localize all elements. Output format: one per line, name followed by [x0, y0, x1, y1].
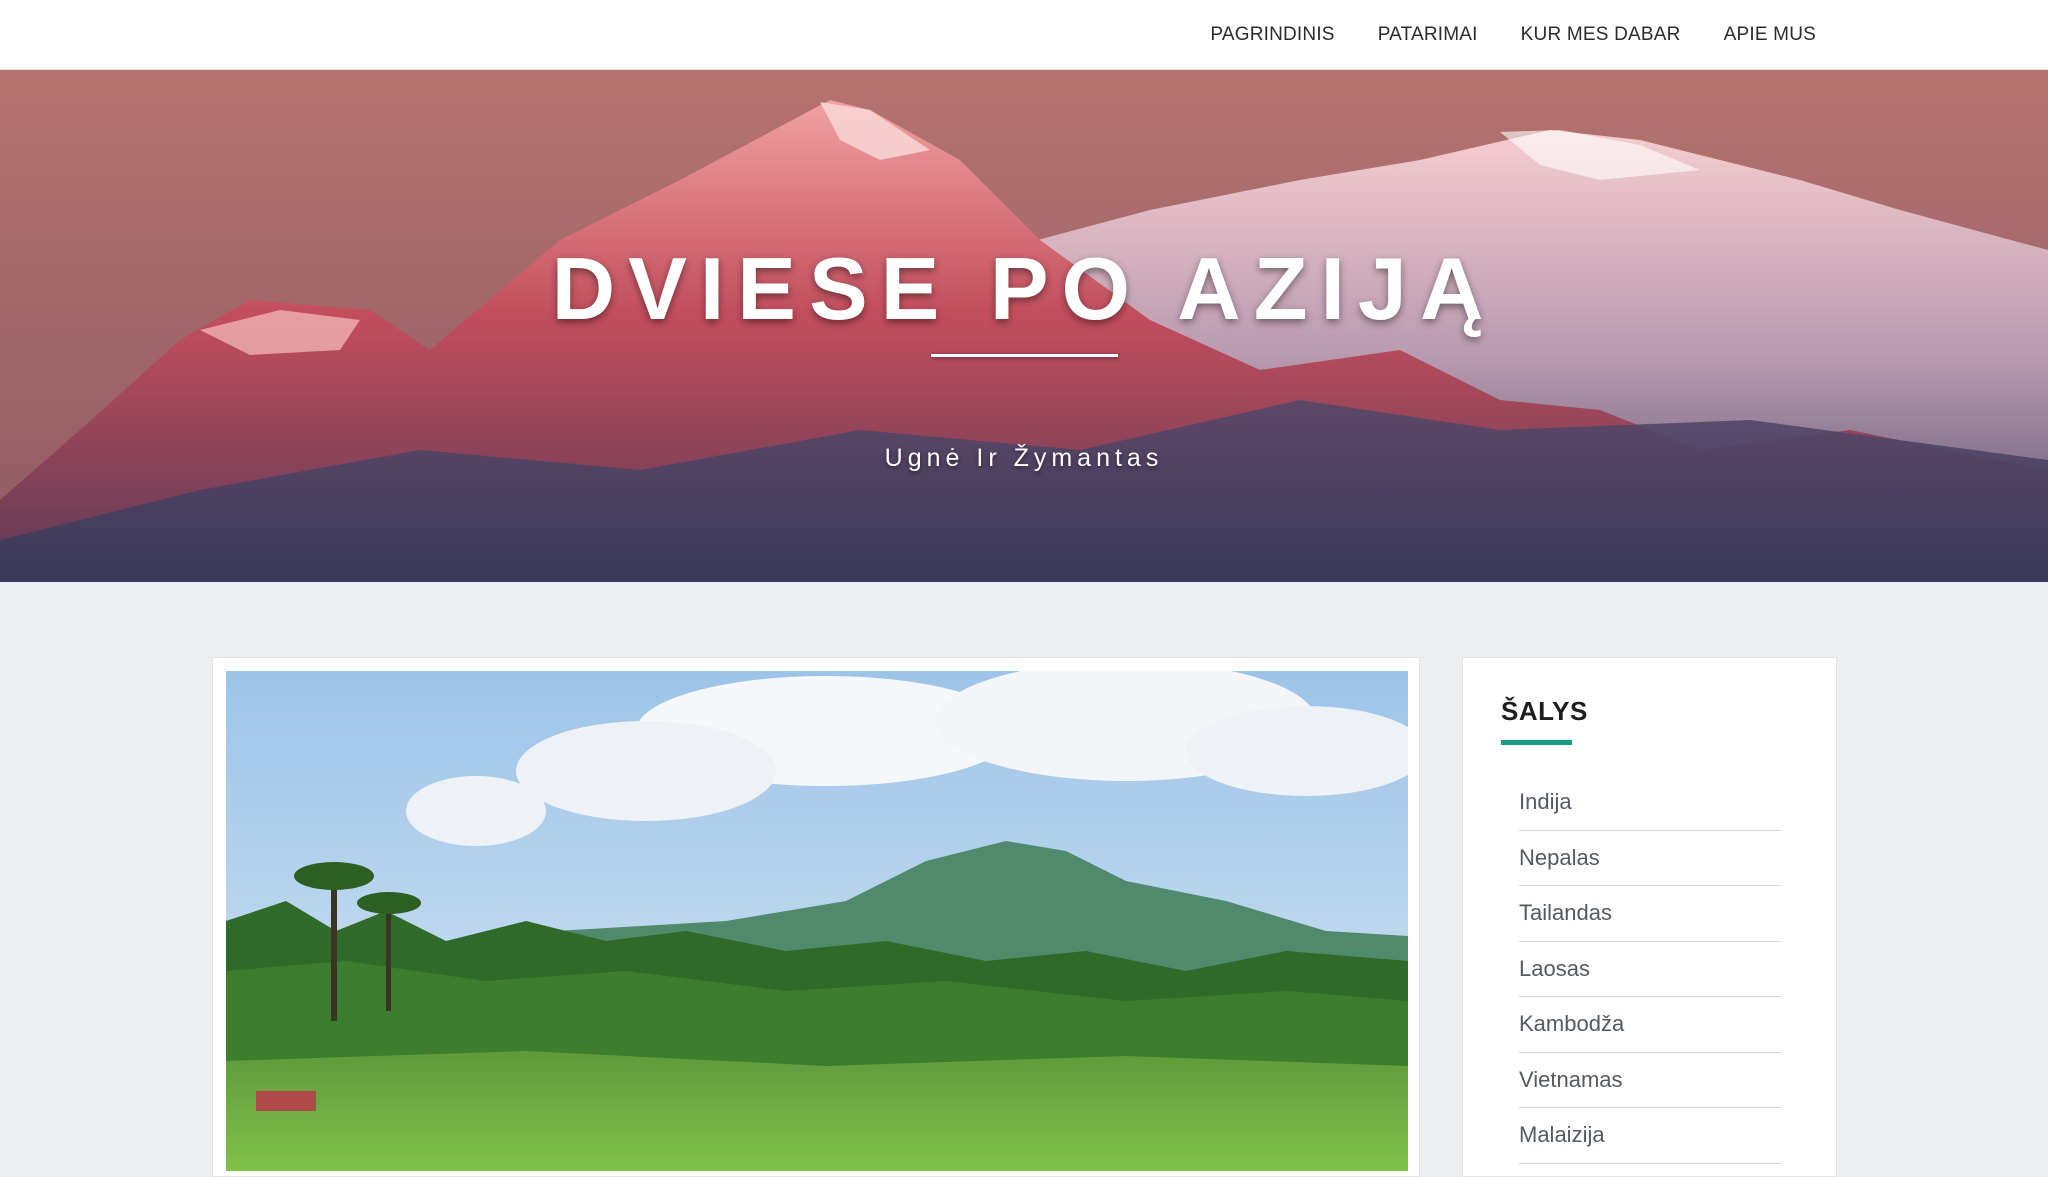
hero-text-block: DVIESE PO AZIJĄ Ugnė Ir Žymantas [0, 70, 2048, 582]
nav-item-kur-mes-dabar[interactable]: KUR MES DABAR [1521, 24, 1681, 46]
nav-item-apie-mus[interactable]: APIE MUS [1724, 24, 1816, 46]
main-menu: PAGRINDINIS PATARIMAI KUR MES DABAR APIE… [1210, 0, 1816, 70]
country-link-laosas[interactable]: Laosas [1519, 956, 1590, 982]
list-item: Malaizija [1519, 1108, 1781, 1164]
list-item: Indija [1519, 775, 1781, 831]
countries-widget: ŠALYS Indija Nepalas Tailandas Laosas Ka… [1462, 657, 1837, 1177]
country-link-kambodza[interactable]: Kambodža [1519, 1011, 1624, 1037]
country-list: Indija Nepalas Tailandas Laosas Kambodža… [1519, 775, 1781, 1164]
country-link-tailandas[interactable]: Tailandas [1519, 900, 1612, 926]
widget-title: ŠALYS [1501, 696, 1588, 726]
list-item: Laosas [1519, 942, 1781, 997]
post-featured-image[interactable] [226, 671, 1408, 1171]
hero-banner: DVIESE PO AZIJĄ Ugnė Ir Žymantas [0, 70, 2048, 582]
site-tagline: Ugnė Ir Žymantas [884, 444, 1164, 472]
featured-post-card [212, 657, 1420, 1177]
list-item: Kambodža [1519, 997, 1781, 1053]
landscape-photo [226, 671, 1408, 1171]
widget-title-underline [1501, 740, 1572, 745]
list-item: Nepalas [1519, 831, 1781, 886]
top-navigation-bar: PAGRINDINIS PATARIMAI KUR MES DABAR APIE… [0, 0, 2048, 70]
country-link-malaizija[interactable]: Malaizija [1519, 1122, 1605, 1148]
list-item: Tailandas [1519, 886, 1781, 942]
nav-item-patarimai[interactable]: PATARIMAI [1378, 24, 1478, 46]
country-link-vietnamas[interactable]: Vietnamas [1519, 1067, 1623, 1093]
site-title[interactable]: DVIESE PO AZIJĄ [0, 238, 2048, 340]
country-link-indija[interactable]: Indija [1519, 789, 1572, 815]
list-item: Vietnamas [1519, 1053, 1781, 1108]
nav-item-pagrindinis[interactable]: PAGRINDINIS [1210, 24, 1334, 46]
country-link-nepalas[interactable]: Nepalas [1519, 845, 1600, 871]
hero-divider [931, 354, 1118, 357]
